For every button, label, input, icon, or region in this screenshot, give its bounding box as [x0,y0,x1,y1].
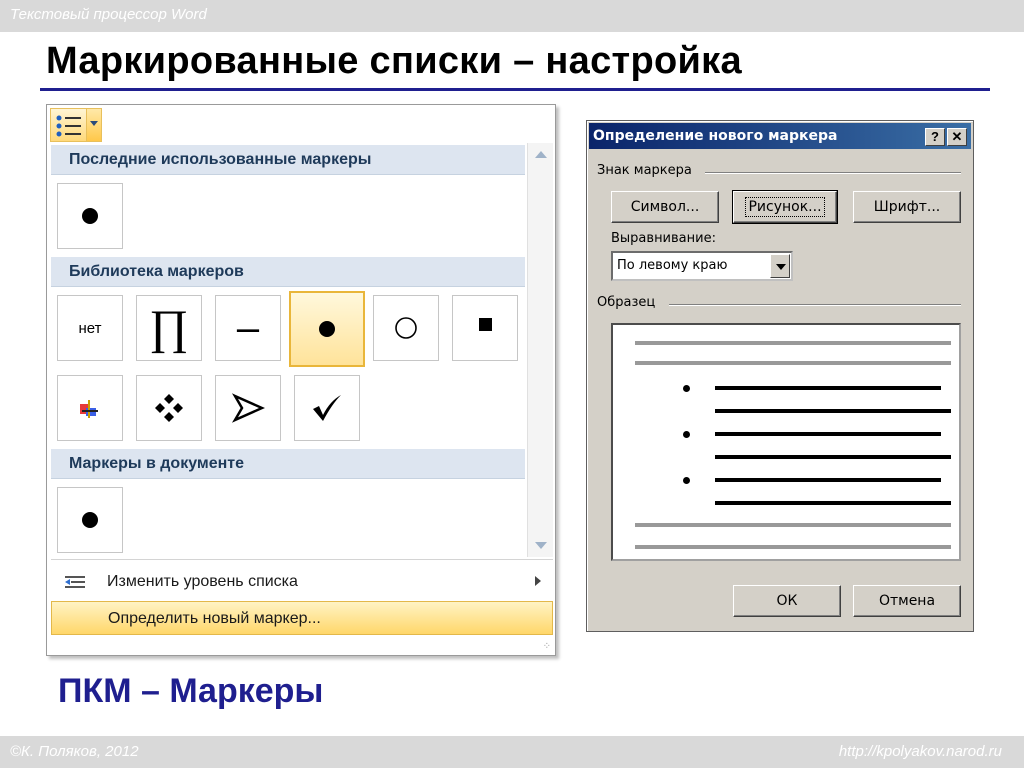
document-bullet-dot[interactable] [57,487,123,553]
close-button[interactable]: ✕ [947,128,967,146]
bullets-dropdown-arrow[interactable] [86,109,101,141]
bullet-none[interactable]: нет [57,295,123,361]
pi-symbol-icon: ∏ [149,301,189,354]
checkmark-icon [313,395,341,421]
dialog-titlebar: Определение нового маркера ? ✕ [589,123,971,149]
menu-divider [51,559,553,560]
bullet-dash[interactable]: – [215,295,281,361]
preview-line [635,341,951,345]
filled-circle-icon [82,208,98,224]
ok-button[interactable]: ОК [733,585,841,617]
colored-cross-icon [80,400,98,418]
sample-preview [611,323,961,561]
preview-line [635,523,951,527]
scroll-up-icon[interactable] [535,151,547,158]
bullet-square[interactable] [452,295,518,361]
bullet-dot-selected[interactable] [289,291,365,367]
gallery-toolbar [47,105,555,143]
section-bullet-library: Библиотека маркеров [51,257,525,287]
preview-line [715,409,951,413]
bullet-pi[interactable]: ∏ [136,295,202,361]
menu-define-new-bullet[interactable]: Определить новый маркер... [51,601,553,635]
preview-bullet [683,385,690,392]
bullet-colored-cross[interactable] [57,375,123,441]
footer-author: ©К. Поляков, 2012 [10,743,139,760]
footer-url: http://kpolyakov.narod.ru [838,743,1002,760]
slide-top-bar: Текстовый процессор Word [0,0,1024,32]
preview-line [715,432,941,436]
alignment-label: Выравнивание: [611,231,716,246]
change-level-label: Изменить уровень списка [107,573,298,590]
picture-button-label: Рисунок... [745,197,825,217]
cancel-button[interactable]: Отмена [853,585,961,617]
bullet-hollow-circle[interactable] [373,295,439,361]
bullet-arrowhead[interactable] [215,375,281,441]
title-underline [40,88,990,91]
preview-bullet [683,477,690,484]
define-new-label: Определить новый маркер... [108,610,321,627]
alignment-value: По левому краю [617,258,728,273]
menu-change-list-level[interactable]: Изменить уровень списка [51,565,553,599]
dash-icon: – [236,306,260,350]
preview-line [715,386,941,390]
font-button[interactable]: Шрифт... [853,191,961,223]
alignment-select[interactable]: По левому краю [611,251,793,281]
preview-line [715,478,941,482]
bullet-library-dropdown: Последние использованные маркеры Библиот… [46,104,556,656]
section-library-label: Библиотека маркеров [69,263,244,280]
submenu-arrow-icon [535,576,541,586]
slide-title: Маркированные списки – настройка [46,40,742,82]
list-level-icon [65,576,85,588]
group-divider [705,172,961,174]
preview-bullet [683,431,690,438]
section-document-bullets: Маркеры в документе [51,449,525,479]
slide-subtitle: Текстовый процессор Word [10,6,207,23]
bullet-list-icon [56,115,81,137]
preview-line [635,361,951,365]
hollow-circle-icon [395,317,417,339]
resize-grip-icon[interactable]: ⁘ [543,641,551,652]
section-recent-bullets: Последние использованные маркеры [51,145,525,175]
select-arrow-icon[interactable] [770,254,790,278]
define-new-bullet-dialog: Определение нового маркера ? ✕ Знак марк… [586,120,974,632]
arrowhead-icon [231,393,265,423]
bullet-four-diamonds[interactable] [136,375,202,441]
preview-line [635,545,951,549]
sample-group-label: Образец [597,295,656,310]
preview-line [715,501,951,505]
group-divider [669,304,961,306]
slide-footer: ©К. Поляков, 2012 http://kpolyakov.narod… [0,736,1024,768]
scroll-down-icon[interactable] [535,542,547,549]
picture-button[interactable]: Рисунок... [732,190,838,224]
help-button[interactable]: ? [925,128,945,146]
section-recent-label: Последние использованные маркеры [69,151,372,168]
slide-caption: ПКМ – Маркеры [58,672,324,710]
dialog-title: Определение нового маркера [593,128,838,144]
bullets-button[interactable] [50,108,102,142]
filled-circle-icon [82,512,98,528]
four-diamonds-icon [155,394,183,422]
filled-circle-icon [319,321,335,337]
symbol-button[interactable]: Символ... [611,191,719,223]
gallery-scrollbar[interactable] [527,143,553,557]
preview-line [715,455,951,459]
recent-bullet-dot[interactable] [57,183,123,249]
marker-group-label: Знак маркера [597,163,692,178]
bullet-none-label: нет [78,319,102,337]
section-document-label: Маркеры в документе [69,455,245,472]
filled-square-icon [478,317,492,331]
bullet-checkmark[interactable] [294,375,360,441]
